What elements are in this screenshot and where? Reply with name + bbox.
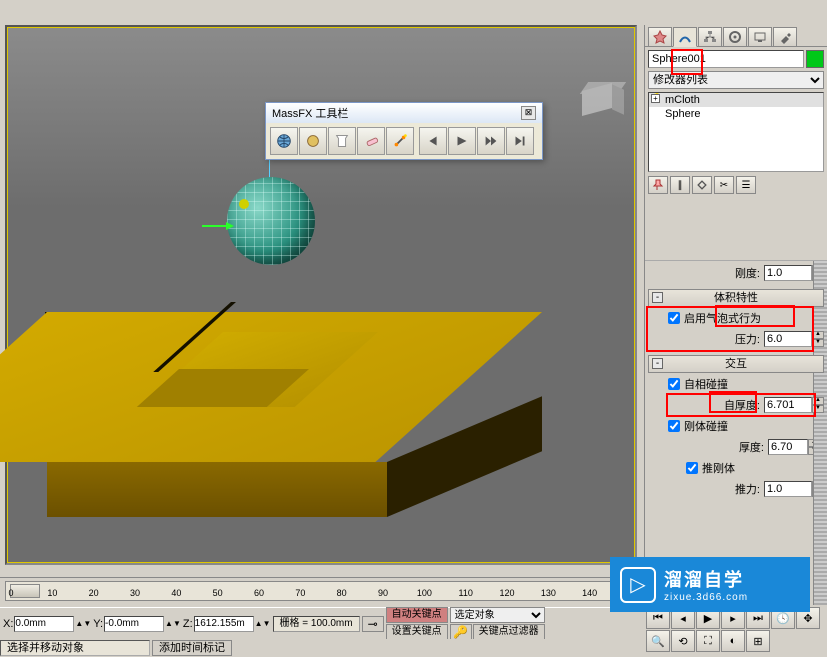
timeline[interactable]: 0102030405060708090100110120130140150: [0, 577, 640, 607]
command-panel-tabs: [645, 25, 827, 47]
modifier-list-dropdown[interactable]: 修改器列表: [648, 71, 824, 89]
selfthickness-spinner[interactable]: ▲▼: [764, 397, 824, 413]
mfx-rigid-button[interactable]: [299, 127, 327, 155]
tab-modify[interactable]: [673, 27, 697, 47]
mfx-step-button[interactable]: [448, 127, 476, 155]
grid-label: 栅格 = 100.0mm: [273, 616, 360, 632]
autokey-button[interactable]: 自动关键点: [386, 607, 448, 623]
setkey-button[interactable]: 设置关键点: [386, 624, 448, 640]
unique-button[interactable]: [692, 176, 712, 194]
move-gizmo-x[interactable]: [202, 225, 232, 227]
nav-orbit-button[interactable]: ⟲: [671, 630, 695, 652]
close-icon[interactable]: ⊠: [521, 106, 536, 120]
balloon-checkbox[interactable]: 启用气泡式行为: [648, 309, 824, 327]
push-label: 推力:: [735, 481, 760, 497]
pressure-spinner[interactable]: ▲▼: [764, 331, 824, 347]
modifier-item-sphere[interactable]: Sphere: [649, 107, 823, 121]
modifier-item-mcloth[interactable]: + mCloth: [649, 93, 823, 107]
configure-button[interactable]: ☰: [736, 176, 756, 194]
pressure-label: 压力:: [735, 331, 760, 347]
addtime-button[interactable]: 添加时间标记: [152, 640, 232, 656]
play-icon: ▷: [620, 567, 656, 603]
viewcube[interactable]: [572, 82, 627, 127]
rigidity-label: 刚度:: [735, 265, 760, 281]
object-color-swatch[interactable]: [806, 50, 824, 68]
coord-x-field[interactable]: [14, 616, 74, 632]
tab-hierarchy[interactable]: [698, 27, 722, 47]
nav-zoom-button[interactable]: 🔍: [646, 630, 670, 652]
mfx-world-button[interactable]: [270, 127, 298, 155]
nav-extra-button[interactable]: ⊞: [746, 630, 770, 652]
mfx-erase-button[interactable]: [357, 127, 385, 155]
massfx-toolbar[interactable]: MassFX 工具栏 ⊠: [265, 102, 543, 160]
modifier-stack[interactable]: + mCloth Sphere: [648, 92, 824, 172]
mfx-reset-button[interactable]: [419, 127, 447, 155]
thickness-label: 厚度:: [739, 439, 764, 455]
tab-utilities[interactable]: [773, 27, 797, 47]
tab-display[interactable]: [748, 27, 772, 47]
massfx-title: MassFX 工具栏: [272, 105, 348, 121]
rollout-interaction[interactable]: - 交互: [648, 355, 824, 373]
pushrigid-checkbox[interactable]: 推刚体: [648, 459, 824, 477]
show-end-button[interactable]: ∥: [670, 176, 690, 194]
time-ruler[interactable]: 0102030405060708090100110120130140150: [5, 581, 635, 601]
rigidcollision-checkbox[interactable]: 刚体碰撞: [648, 417, 824, 435]
mfx-constraint-button[interactable]: [386, 127, 414, 155]
playback-controls: ⏮ ◂ ▶ ▸ ⏭ 🕓 ✥ 🔍 ⟲ ⛶ ◐ ⊞: [644, 605, 827, 657]
key-icon[interactable]: ⊸: [362, 616, 384, 632]
object-name-field[interactable]: [648, 50, 804, 68]
keymode-dropdown[interactable]: 选定对象: [450, 607, 545, 623]
mfx-play-button[interactable]: [477, 127, 505, 155]
move-gizmo-center[interactable]: [239, 199, 249, 209]
watermark: ▷ 溜溜自学 zixue.3d66.com: [610, 557, 810, 612]
coord-z-field[interactable]: [194, 616, 254, 632]
rollout-volume[interactable]: - 体积特性: [648, 289, 824, 307]
time-slider[interactable]: [10, 584, 40, 598]
remove-mod-button[interactable]: ✂: [714, 176, 734, 194]
status-bar: X:▲▼ Y:▲▼ Z:▲▼ 栅格 = 100.0mm ⊸ 自动关键点 设置关键…: [0, 607, 640, 639]
tab-motion[interactable]: [723, 27, 747, 47]
sphere-object[interactable]: [227, 177, 315, 265]
mfx-cloth-button[interactable]: [328, 127, 356, 155]
prompt-text: 选择并移动对象: [0, 640, 150, 656]
selfcollision-checkbox[interactable]: 自相碰撞: [648, 375, 824, 393]
setkey-icon[interactable]: 🔑: [450, 624, 472, 640]
pin-stack-button[interactable]: [648, 176, 668, 194]
selfthickness-label: 自厚度:: [724, 397, 760, 413]
viewport-3d[interactable]: MassFX 工具栏 ⊠: [5, 25, 637, 565]
tab-create[interactable]: [648, 27, 672, 47]
nav-fov-button[interactable]: ◐: [721, 630, 745, 652]
nav-max-button[interactable]: ⛶: [696, 630, 720, 652]
keyfilter-button[interactable]: 关键点过滤器: [473, 624, 545, 640]
mfx-stepfwd-button[interactable]: [506, 127, 534, 155]
coord-y-field[interactable]: [104, 616, 164, 632]
